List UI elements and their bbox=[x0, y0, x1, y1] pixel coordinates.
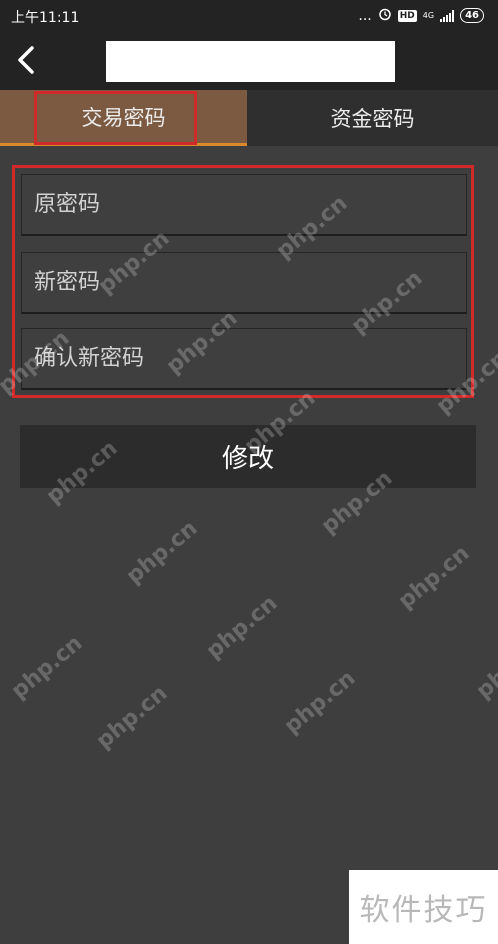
network-label: 4G bbox=[422, 11, 435, 20]
battery-icon: 46 bbox=[460, 8, 484, 23]
watermark-text: php.cn bbox=[471, 630, 498, 705]
back-arrow-icon bbox=[18, 46, 34, 74]
navigation-bar bbox=[0, 32, 498, 90]
watermark-text: php.cn bbox=[121, 515, 203, 590]
alarm-icon bbox=[378, 7, 392, 24]
back-button[interactable] bbox=[12, 44, 44, 76]
page-title-redacted bbox=[106, 41, 395, 82]
corner-watermark: 软件技巧 bbox=[349, 870, 498, 944]
watermark-text: php.cn bbox=[279, 665, 361, 740]
watermark-text: php.cn bbox=[6, 630, 88, 705]
signal-icon bbox=[440, 9, 455, 22]
tab-highlight-frame bbox=[34, 91, 197, 145]
watermark-text: php.cn bbox=[393, 540, 475, 615]
watermark-text: php.cn bbox=[201, 590, 283, 665]
status-time: 上午11:11 bbox=[11, 10, 80, 26]
more-dots-icon: ... bbox=[358, 7, 372, 24]
status-bar: 上午11:11 ... HD 4G 46 bbox=[0, 0, 498, 32]
hd-icon: HD bbox=[397, 9, 417, 22]
status-icons: ... HD 4G 46 bbox=[358, 7, 484, 24]
tab-label: 资金密码 bbox=[330, 107, 415, 131]
tab-fund-password[interactable]: 资金密码 bbox=[247, 90, 498, 146]
watermark-text: php.cn bbox=[91, 680, 173, 755]
